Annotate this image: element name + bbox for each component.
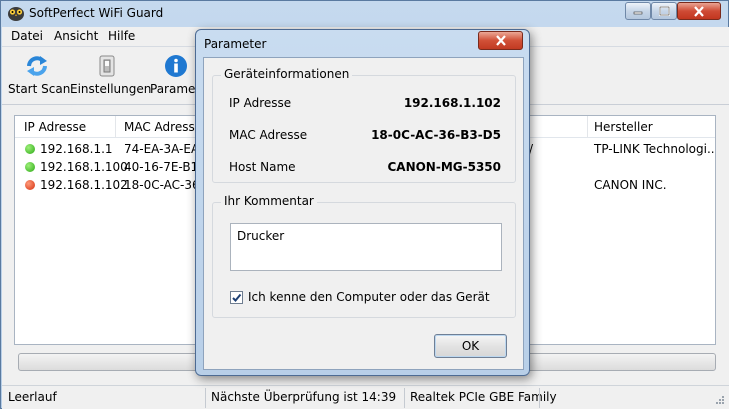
ip-label: IP Adresse <box>229 96 292 110</box>
host-label: Host Name <box>229 160 296 174</box>
row-mac: 74-EA-3A-EA- <box>124 142 204 156</box>
title-bar[interactable]: SoftPerfect WiFi Guard <box>1 1 728 27</box>
known-device-label[interactable]: Ich kenne den Computer oder das Gerät <box>248 290 490 304</box>
column-mac[interactable]: MAC Adresse <box>124 120 202 134</box>
status-divider <box>539 388 540 408</box>
column-divider[interactable] <box>115 116 116 138</box>
row-mac: 18-0C-AC-36- <box>124 178 204 192</box>
known-device-checkbox[interactable] <box>230 291 243 304</box>
status-state: Leerlauf <box>8 390 57 404</box>
comment-input[interactable]: Drucker <box>230 223 502 271</box>
dialog-title: Parameter <box>204 37 267 51</box>
column-divider[interactable] <box>587 116 588 138</box>
owl-logo-icon <box>8 7 24 21</box>
comment-title: Ihr Kommentar <box>221 194 317 208</box>
settings-label: Einstellungen <box>70 82 152 96</box>
status-bar: Leerlauf Nächste Überprüfung ist 14:39 R… <box>2 385 729 409</box>
row-ip: 192.168.1.1 <box>40 142 113 156</box>
ip-value: 192.168.1.102 <box>403 96 501 110</box>
close-icon <box>694 5 704 17</box>
status-online-icon <box>25 162 35 172</box>
close-button[interactable] <box>677 2 721 20</box>
minimize-icon <box>633 11 643 15</box>
status-adapter: Realtek PCIe GBE Family <box>410 390 557 404</box>
device-info-title: Geräteinformationen <box>221 67 353 81</box>
status-online-icon <box>25 144 35 154</box>
menu-hilfe[interactable]: Hilfe <box>108 29 135 43</box>
minimize-button[interactable] <box>625 2 651 20</box>
checkmark-icon <box>232 293 242 302</box>
status-divider <box>205 388 206 408</box>
parameters-button[interactable]: Parameter <box>150 51 212 101</box>
column-ip[interactable]: IP Adresse <box>24 120 86 134</box>
menu-ansicht[interactable]: Ansicht <box>54 29 98 43</box>
dialog-close-button[interactable] <box>478 31 523 50</box>
settings-switch-icon <box>99 55 115 77</box>
status-next-check: Nächste Überprüfung ist 14:39 <box>211 390 397 404</box>
device-info-group: Geräteinformationen IP Adresse 192.168.1… <box>212 67 516 183</box>
host-value: CANON-MG-5350 <box>387 160 501 174</box>
close-icon <box>495 35 506 46</box>
mac-label: MAC Adresse <box>229 128 308 142</box>
column-vendor[interactable]: Hersteller <box>594 120 653 134</box>
start-scan-button[interactable]: Start Scan <box>8 51 71 101</box>
row-ip: 192.168.1.102 <box>40 178 128 192</box>
start-scan-label: Start Scan <box>8 82 71 96</box>
maximize-button[interactable] <box>651 2 677 20</box>
status-divider <box>404 388 405 408</box>
maximize-icon <box>658 6 670 16</box>
comment-group: Ihr Kommentar Drucker Ich kenne den Comp… <box>212 194 516 318</box>
info-icon <box>165 55 187 77</box>
dialog-body: Geräteinformationen IP Adresse 192.168.1… <box>203 57 524 370</box>
mac-value: 18-0C-AC-36-B3-D5 <box>371 128 501 142</box>
status-unknown-icon <box>25 180 35 190</box>
row-vendor: CANON INC. <box>594 178 667 192</box>
row-ip: 192.168.1.100 <box>40 160 128 174</box>
row-vendor: TP-LINK Technologi... <box>594 142 716 156</box>
resize-grip-icon[interactable] <box>714 394 726 406</box>
refresh-icon <box>27 56 47 76</box>
parameter-dialog: Parameter Geräteinformationen IP Adresse… <box>195 29 530 376</box>
window-title: SoftPerfect WiFi Guard <box>29 6 164 20</box>
ok-button[interactable]: OK <box>434 334 507 358</box>
menu-datei[interactable]: Datei <box>11 29 43 43</box>
settings-button[interactable]: Einstellungen <box>70 51 151 101</box>
